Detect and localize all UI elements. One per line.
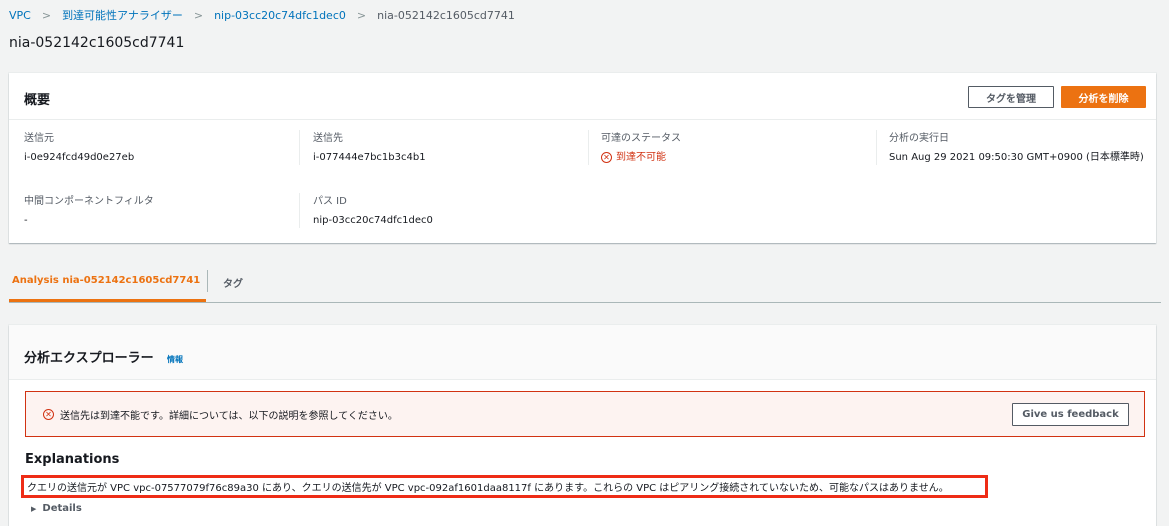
error-circle-icon: ✕ — [601, 152, 612, 163]
filter-field: 中間コンポーネントフィルタ - — [24, 195, 154, 227]
executed-value: Sun Aug 29 2021 09:50:30 GMT+0900 (日本標準時… — [889, 152, 1144, 163]
summary-title: 概要 — [24, 93, 51, 108]
status-value: ✕ 到達不可能 — [601, 151, 681, 164]
error-circle-icon: ✕ — [43, 409, 54, 420]
executed-label: 分析の実行日 — [889, 133, 949, 144]
status-field: 可達のステータス ✕ 到達不可能 — [601, 132, 681, 164]
path-id-field: パス ID nip-03cc20c74dfc1dec0 — [313, 195, 433, 227]
path-id-label: パス ID — [313, 196, 347, 207]
chevron-right-icon: > — [193, 8, 204, 22]
filter-label: 中間コンポーネントフィルタ — [24, 196, 154, 207]
status-text: 到達不可能 — [616, 152, 666, 163]
feedback-button[interactable]: Give us feedback — [1012, 403, 1129, 426]
divider — [588, 130, 589, 165]
explanation-text: クエリの送信元が VPC vpc-07577079f76c89a30 にあり、ク… — [27, 483, 949, 494]
path-id-value: nip-03cc20c74dfc1dec0 — [313, 215, 433, 226]
executed-field: 分析の実行日 Sun Aug 29 2021 09:50:30 GMT+0900… — [889, 132, 1144, 164]
divider — [299, 130, 300, 165]
breadcrumb-vpc[interactable]: VPC — [9, 9, 31, 22]
caret-right-icon: ▶ — [31, 504, 37, 513]
divider — [876, 130, 877, 165]
source-value: i-0e924fcd49d0e27eb — [24, 152, 135, 163]
page-title: nia-052142c1605cd7741 — [9, 35, 185, 51]
details-label: Details — [42, 503, 82, 514]
divider — [299, 193, 300, 228]
chevron-right-icon: > — [356, 8, 367, 22]
breadcrumb-current: nia-052142c1605cd7741 — [377, 8, 515, 22]
source-field: 送信元 i-0e924fcd49d0e27eb — [24, 132, 134, 164]
tab-bar: Analysis nia-052142c1605cd7741 タグ — [9, 262, 1161, 303]
filter-value: - — [24, 215, 28, 226]
summary-panel: 概要 タグを管理 分析を削除 送信元 i-0e924fcd49d0e27eb 送… — [9, 73, 1156, 243]
delete-analysis-button[interactable]: 分析を削除 — [1061, 86, 1146, 108]
destination-label: 送信先 — [313, 133, 343, 144]
details-toggle[interactable]: ▶ Details — [31, 503, 82, 514]
tab-tags[interactable]: タグ — [223, 262, 243, 302]
breadcrumb-reachability-analyzer[interactable]: 到達可能性アナライザー — [62, 7, 183, 23]
manage-tags-button[interactable]: タグを管理 — [968, 86, 1054, 108]
tab-divider — [207, 270, 208, 292]
destination-value: i-077444e7bc1b3c4b1 — [313, 152, 426, 163]
explanations-title: Explanations — [25, 452, 120, 467]
analysis-explorer-panel: 分析エクスプローラー 情報 ✕ 送信先は到達不能です。詳細については、以下の説明… — [9, 325, 1156, 526]
explanation-highlight: クエリの送信元が VPC vpc-07577079f76c89a30 にあり、ク… — [21, 475, 988, 498]
source-label: 送信元 — [24, 133, 54, 144]
tab-analysis[interactable]: Analysis nia-052142c1605cd7741 — [9, 262, 206, 302]
status-label: 可達のステータス — [601, 133, 681, 144]
breadcrumb-path[interactable]: nip-03cc20c74dfc1dec0 — [214, 9, 346, 22]
destination-field: 送信先 i-077444e7bc1b3c4b1 — [313, 132, 426, 164]
alert-message: 送信先は到達不能です。詳細については、以下の説明を参照してください。 — [60, 411, 398, 422]
chevron-right-icon: > — [41, 8, 52, 22]
summary-header: 概要 タグを管理 分析を削除 — [9, 73, 1156, 120]
breadcrumb: VPC > 到達可能性アナライザー > nip-03cc20c74dfc1dec… — [9, 7, 515, 23]
error-alert: ✕ 送信先は到達不能です。詳細については、以下の説明を参照してください。 Giv… — [25, 391, 1145, 437]
explorer-header: 分析エクスプローラー 情報 — [9, 325, 1156, 380]
explorer-title: 分析エクスプローラー — [24, 351, 154, 366]
info-link[interactable]: 情報 — [167, 354, 183, 365]
